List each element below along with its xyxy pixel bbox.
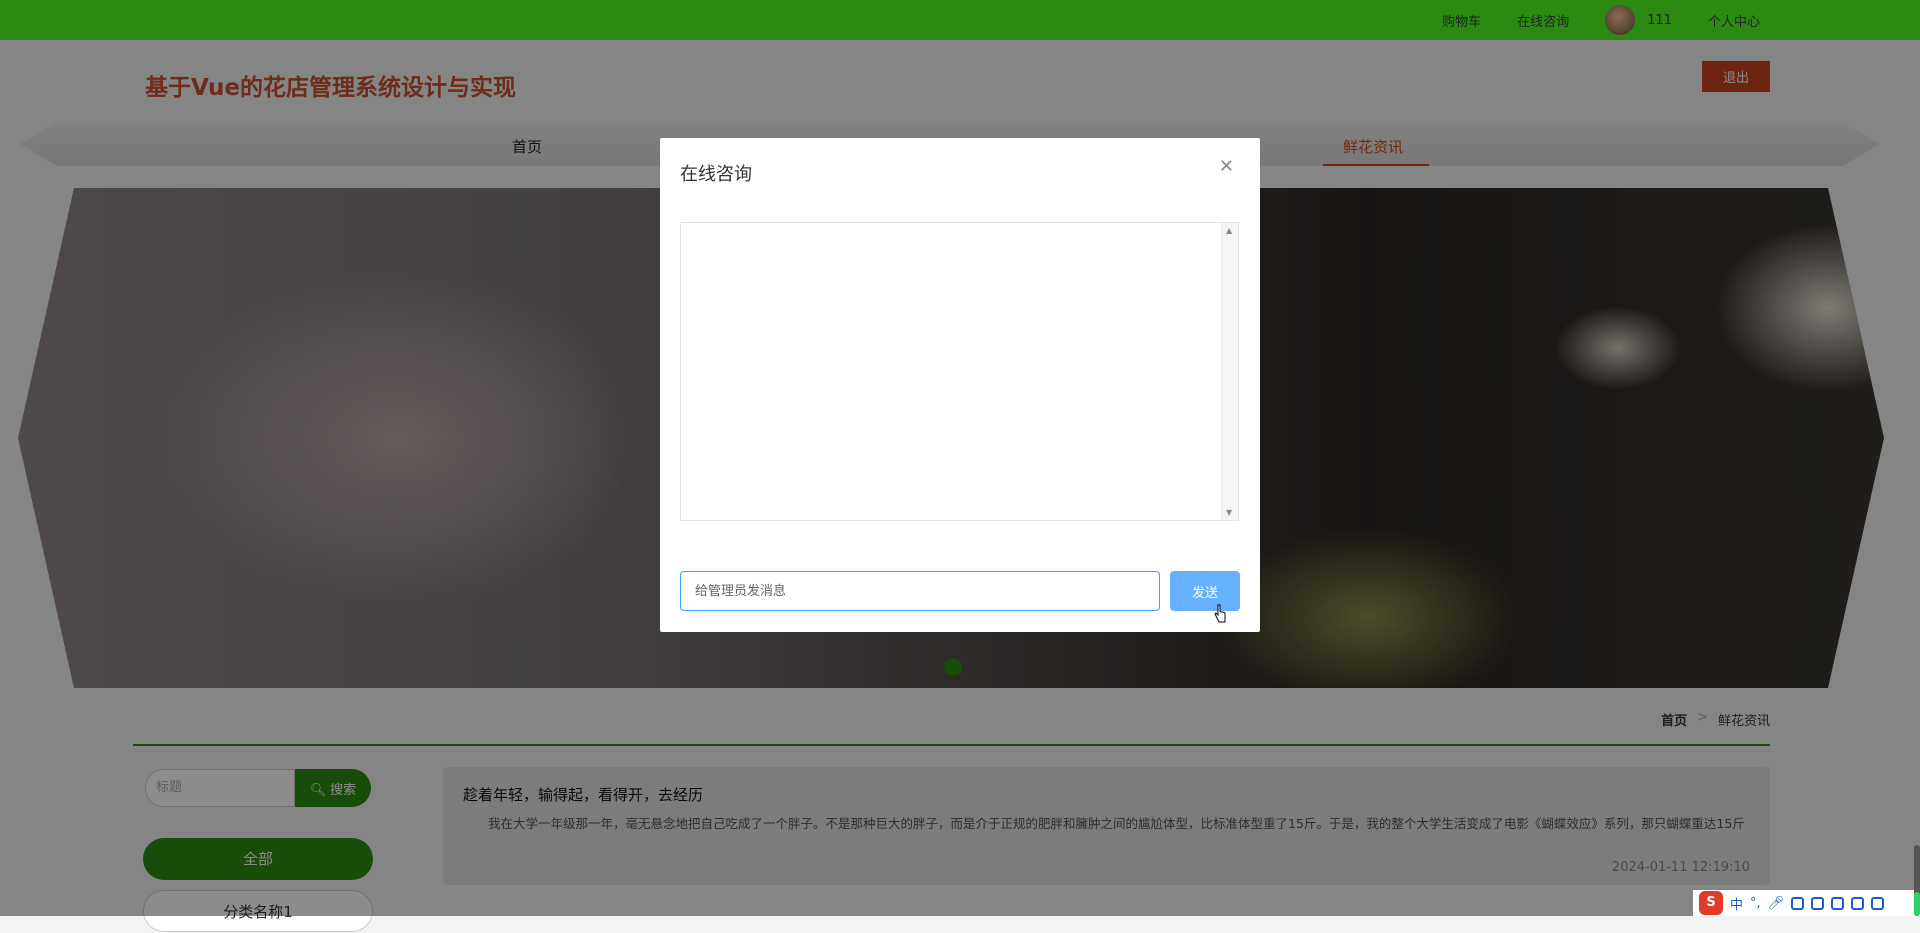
top-links: 购物车 在线咨询 111 个人中心 bbox=[1442, 0, 1760, 40]
microphone-icon[interactable]: 🎤︎ bbox=[1768, 896, 1785, 911]
user-info: 111 bbox=[1605, 5, 1672, 35]
ime-mode[interactable]: 中 bbox=[1730, 894, 1743, 913]
punctuation-mode[interactable]: °, bbox=[1750, 896, 1761, 911]
cloud-icon[interactable] bbox=[1831, 896, 1845, 910]
scroll-up-icon[interactable]: ▲ bbox=[1226, 226, 1232, 235]
send-button[interactable]: 发送 bbox=[1170, 571, 1240, 611]
chat-scrollbar[interactable]: ▲ ▼ bbox=[1221, 223, 1238, 520]
cart-link[interactable]: 购物车 bbox=[1442, 11, 1481, 30]
skin-icon[interactable] bbox=[1811, 896, 1825, 910]
top-bar: 购物车 在线咨询 111 个人中心 bbox=[0, 0, 1920, 40]
system-tray: S 中 °, 🎤︎ bbox=[1693, 890, 1920, 916]
dialog-title: 在线咨询 bbox=[680, 164, 752, 185]
consult-dialog: 在线咨询 ✕ ▲ ▼ 发送 bbox=[660, 138, 1260, 632]
hand-cursor-icon bbox=[1214, 604, 1226, 623]
avatar[interactable] bbox=[1605, 5, 1636, 35]
close-icon[interactable]: ✕ bbox=[1213, 155, 1240, 178]
apps-icon[interactable] bbox=[1851, 896, 1865, 910]
page-scrollbar[interactable] bbox=[1914, 845, 1920, 916]
profile-link[interactable]: 个人中心 bbox=[1708, 11, 1760, 30]
message-input[interactable] bbox=[680, 571, 1160, 611]
scroll-down-icon[interactable]: ▼ bbox=[1226, 508, 1232, 517]
consult-link[interactable]: 在线咨询 bbox=[1517, 11, 1569, 30]
chat-message-area[interactable]: ▲ ▼ bbox=[680, 222, 1239, 521]
username: 111 bbox=[1647, 12, 1672, 28]
settings-icon[interactable] bbox=[1871, 896, 1885, 910]
sogou-ime-icon[interactable]: S bbox=[1699, 891, 1723, 915]
keyboard-icon[interactable] bbox=[1791, 896, 1805, 910]
